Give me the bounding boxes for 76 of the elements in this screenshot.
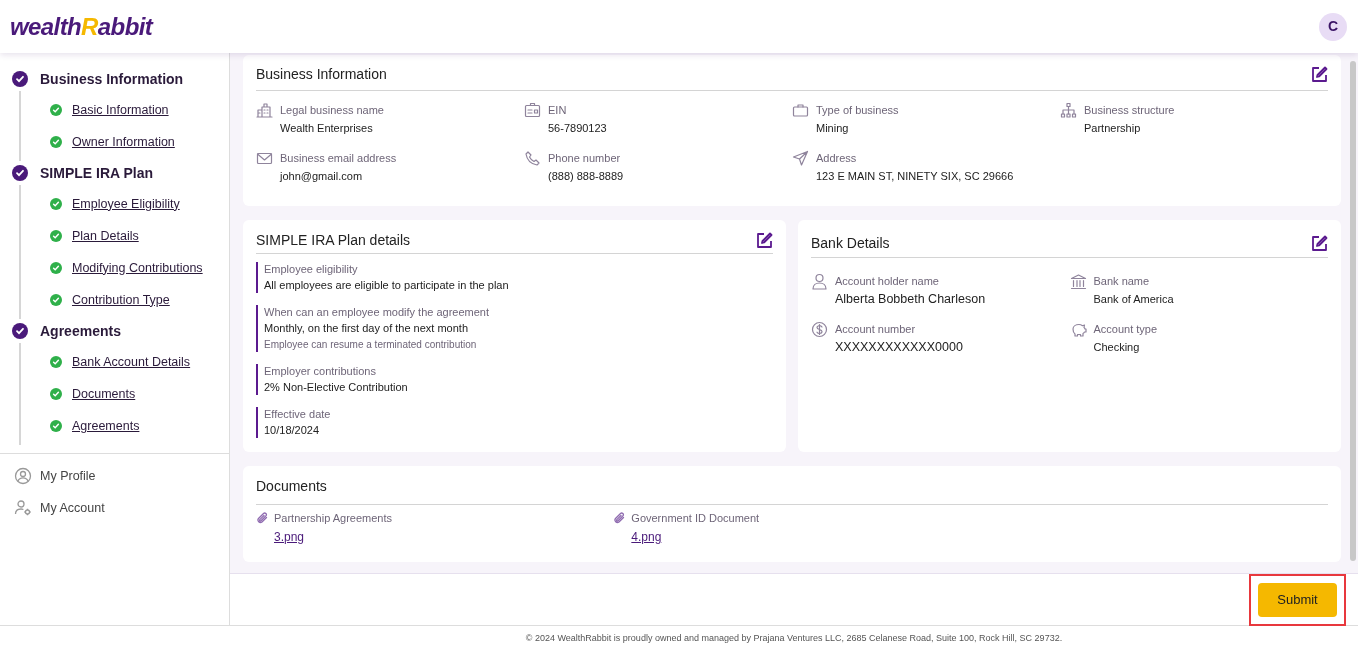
field-value: Alberta Bobbeth Charleson <box>835 292 986 307</box>
field-value: 10/18/2024 <box>264 424 321 437</box>
sidebar-link[interactable]: Basic Information <box>72 100 169 120</box>
field-value: Monthly, on the first day of the next month <box>264 322 469 335</box>
paper-plane-icon <box>792 150 809 167</box>
building-icon <box>256 102 273 119</box>
profile-icon <box>14 467 32 485</box>
field-value: Partnership <box>1084 121 1142 136</box>
edit-icon[interactable] <box>1311 235 1328 252</box>
sidebar-section[interactable]: SIMPLE IRA Plan <box>40 162 154 184</box>
field-value: All employees are eligible to participate in the plan <box>264 279 510 292</box>
field-label: Bank name <box>1093 274 1151 289</box>
sidebar-link[interactable]: Agreements <box>72 416 140 436</box>
logo[interactable]: wealthRabbit <box>10 8 153 45</box>
sidebar-link[interactable]: Owner Information <box>72 132 175 152</box>
field-note: Employee can resume a terminated contribution <box>264 338 478 351</box>
field-label: When can an employee modify the agreement <box>264 306 491 319</box>
field-label: Account number <box>835 322 917 337</box>
card-title: Business Information <box>256 65 387 84</box>
field-value: Bank of America <box>1093 292 1174 307</box>
field-label: EIN <box>548 103 568 118</box>
paperclip-icon <box>256 511 269 525</box>
sidebar-section[interactable]: Business Information <box>40 68 184 90</box>
field-label: Effective date <box>264 408 332 421</box>
field-label: Type of business <box>816 103 899 118</box>
sidebar-link[interactable]: Modifying Contributions <box>72 258 203 278</box>
sidebar-link[interactable]: Contribution Type <box>72 290 170 310</box>
sidebar-link[interactable]: Plan Details <box>72 226 139 246</box>
field-label: Address <box>816 151 858 166</box>
file-link[interactable]: 3.png <box>274 530 392 544</box>
sidebar-link[interactable]: Employee Eligibility <box>72 194 180 214</box>
field-value: 56-7890123 <box>548 121 607 136</box>
file-link[interactable]: 4.png <box>631 530 760 544</box>
field-label: Legal business name <box>280 103 384 118</box>
card-title: SIMPLE IRA Plan details <box>256 231 411 250</box>
sidebar-section[interactable]: Agreements <box>40 320 121 342</box>
submit-button[interactable]: Submit <box>1258 582 1337 617</box>
dollar-coin-icon <box>811 321 828 338</box>
field-value: XXXXXXXXXXXX0000 <box>835 340 963 355</box>
field-label: Employer contributions <box>264 365 377 378</box>
card-title: Documents <box>256 478 327 494</box>
hierarchy-icon <box>1060 102 1077 119</box>
field-label: Business structure <box>1084 103 1175 118</box>
field-value: Mining <box>816 121 850 136</box>
sidebar-link[interactable]: My Profile <box>40 466 96 486</box>
field-value: john@gmail.com <box>280 169 364 184</box>
avatar[interactable]: C <box>1319 12 1347 41</box>
person-icon <box>811 273 828 290</box>
card-title: Bank Details <box>811 234 890 253</box>
sidebar-link[interactable]: Documents <box>72 384 136 404</box>
briefcase-icon <box>792 102 809 119</box>
sidebar-link[interactable]: Bank Account Details <box>72 352 191 372</box>
sidebar-link[interactable]: My Account <box>40 498 105 518</box>
field-value: Wealth Enterprises <box>280 121 374 136</box>
field-label: Partnership Agreements <box>274 511 392 525</box>
phone-icon <box>524 150 541 167</box>
field-label: Account holder name <box>835 274 940 289</box>
footer-text: © 2024 WealthRabbit is proudly owned and managed by Prajana Ventures LLC, 2685 Celanese Road, Suite 100, Rock Hill, SC 29732. <box>524 632 1063 646</box>
paperclip-icon <box>613 511 627 525</box>
field-value: 2% Non-Elective Contribution <box>264 381 409 394</box>
piggy-bank-icon <box>1069 321 1087 338</box>
field-label: Business email address <box>280 151 397 166</box>
field-value: (888) 888-8889 <box>548 169 624 184</box>
field-label: Phone number <box>548 151 622 166</box>
edit-icon[interactable] <box>756 232 773 249</box>
field-label: Government ID Document <box>631 511 760 525</box>
field-label: Employee eligibility <box>264 263 359 276</box>
id-card-icon <box>524 102 541 119</box>
scrollbar[interactable] <box>1350 61 1356 561</box>
field-value: 123 E MAIN ST, NINETY SIX, SC 29666 <box>816 169 1014 184</box>
field-value: Checking <box>1093 340 1141 355</box>
field-label: Account type <box>1093 322 1158 337</box>
bank-icon <box>1069 273 1087 290</box>
envelope-icon <box>256 150 273 167</box>
edit-icon[interactable] <box>1311 66 1328 83</box>
user-settings-icon <box>14 499 32 517</box>
